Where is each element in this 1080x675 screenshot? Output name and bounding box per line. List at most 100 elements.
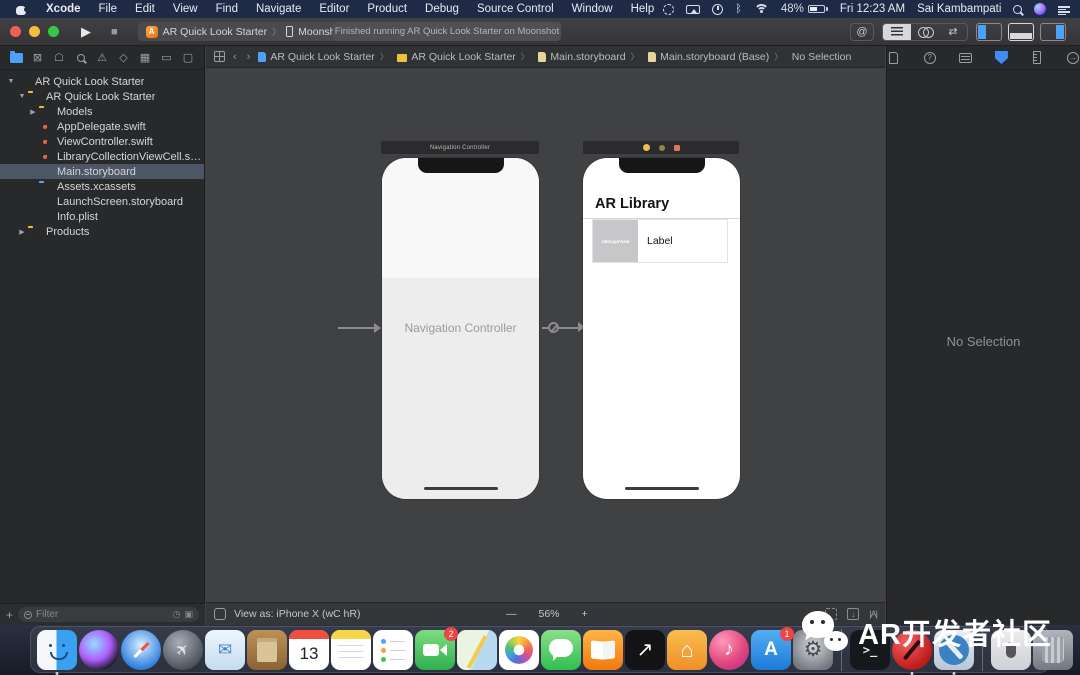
- menu-product[interactable]: Product: [358, 3, 416, 15]
- test-navigator-icon[interactable]: ◇: [116, 50, 132, 66]
- identity-inspector-icon[interactable]: [959, 51, 973, 65]
- breadcrumb-storyboard[interactable]: Main.storyboard: [521, 51, 626, 63]
- navigation-controller-scene[interactable]: Navigation Controller: [382, 158, 539, 499]
- menu-navigate[interactable]: Navigate: [247, 3, 310, 15]
- dock-appstore[interactable]: 1: [751, 630, 791, 670]
- scene1-dock[interactable]: Navigation Controller: [381, 141, 539, 154]
- quick-help-inspector-icon[interactable]: ?: [923, 51, 937, 65]
- exit-icon[interactable]: [674, 145, 680, 151]
- tree-row-project[interactable]: ▼ AR Quick Look Starter: [0, 74, 204, 89]
- time-machine-icon[interactable]: [712, 4, 723, 15]
- view-as-label[interactable]: View as: iPhone X (wC hR): [234, 608, 360, 620]
- collection-view-cell[interactable]: UIImageView Label: [592, 219, 728, 263]
- breakpoint-navigator-icon[interactable]: ▭: [159, 50, 175, 66]
- scm-status-icon[interactable]: ▣: [184, 609, 193, 620]
- zoom-in-button[interactable]: +: [582, 608, 588, 620]
- apple-menu-icon[interactable]: [16, 4, 27, 15]
- tree-row-infoplist[interactable]: Info.plist: [0, 209, 204, 224]
- add-button[interactable]: +: [6, 608, 13, 622]
- battery-indicator[interactable]: 48%: [781, 3, 828, 15]
- go-back-button[interactable]: ‹: [231, 51, 239, 63]
- menu-source-control[interactable]: Source Control: [468, 3, 563, 15]
- minimize-window-button[interactable]: [29, 26, 40, 37]
- dock-ibooks[interactable]: [583, 630, 623, 670]
- view-controller-icon[interactable]: [643, 144, 650, 151]
- tree-row-models[interactable]: ▶ Models: [0, 104, 204, 119]
- cell-label[interactable]: Label: [638, 220, 727, 262]
- dock-facetime[interactable]: 2: [415, 630, 455, 670]
- dock-siri[interactable]: [79, 630, 119, 670]
- storyboard-entry-point-arrow[interactable]: [338, 327, 380, 329]
- menu-debug[interactable]: Debug: [416, 3, 468, 15]
- wifi-icon[interactable]: [754, 4, 769, 15]
- menu-xcode[interactable]: Xcode: [37, 3, 90, 15]
- project-navigator-icon[interactable]: [8, 50, 24, 66]
- go-forward-button[interactable]: ›: [245, 51, 253, 63]
- menu-file[interactable]: File: [90, 3, 127, 15]
- screen-mirroring-icon[interactable]: [663, 4, 674, 15]
- menubar-user[interactable]: Sai Kambampati: [917, 3, 1001, 15]
- recent-files-icon[interactable]: ◷: [173, 609, 181, 620]
- menu-window[interactable]: Window: [563, 3, 622, 15]
- tree-row-group[interactable]: ▼ AR Quick Look Starter: [0, 89, 204, 104]
- dock-maps[interactable]: [457, 630, 497, 670]
- disclosure-triangle[interactable]: ▶: [28, 108, 38, 116]
- tree-row-products[interactable]: ▶ Products: [0, 224, 204, 239]
- breadcrumb-group[interactable]: AR Quick Look Starter: [380, 51, 516, 63]
- toggle-debug-area-button[interactable]: [1008, 23, 1034, 41]
- assistant-editor-button[interactable]: [911, 24, 939, 40]
- menu-help[interactable]: Help: [622, 3, 664, 15]
- related-items-icon[interactable]: [214, 51, 225, 62]
- tree-row-librarycell[interactable]: LibraryCollectionViewCell.swift: [0, 149, 204, 164]
- dock-stocks[interactable]: [625, 630, 665, 670]
- zoom-window-button[interactable]: [48, 26, 59, 37]
- version-editor-button[interactable]: ⇄: [939, 24, 967, 40]
- dock-launchpad[interactable]: [163, 630, 203, 670]
- toggle-navigator-button[interactable]: [976, 23, 1002, 41]
- library-button[interactable]: @: [850, 23, 874, 41]
- close-window-button[interactable]: [10, 26, 21, 37]
- scene2-dock[interactable]: [583, 141, 739, 154]
- dock-calendar[interactable]: 13: [289, 630, 329, 670]
- disclosure-triangle[interactable]: ▶: [17, 228, 27, 236]
- zoom-level[interactable]: 56%: [539, 608, 560, 620]
- dock-mail[interactable]: [205, 630, 245, 670]
- symbol-navigator-icon[interactable]: ☖: [51, 50, 67, 66]
- dock-messages[interactable]: [541, 630, 581, 670]
- storyboard-canvas[interactable]: Navigation Controller Navigation Control…: [206, 68, 885, 602]
- airplay-display-icon[interactable]: [686, 5, 700, 14]
- size-inspector-icon[interactable]: [1030, 51, 1044, 65]
- tree-row-assets[interactable]: Assets.xcassets: [0, 179, 204, 194]
- debug-navigator-icon[interactable]: ▦: [137, 50, 153, 66]
- disclosure-triangle[interactable]: ▼: [17, 93, 27, 100]
- dock-contacts[interactable]: [247, 630, 287, 670]
- tree-row-main-storyboard[interactable]: Main.storyboard: [0, 164, 204, 179]
- report-navigator-icon[interactable]: ▢: [180, 50, 196, 66]
- dock-safari[interactable]: [121, 630, 161, 670]
- toggle-inspector-button[interactable]: [1040, 23, 1066, 41]
- cell-image-view[interactable]: UIImageView: [593, 220, 638, 262]
- dock-reminders[interactable]: [373, 630, 413, 670]
- disclosure-triangle[interactable]: ▼: [6, 78, 16, 85]
- source-control-navigator-icon[interactable]: ⊠: [30, 50, 46, 66]
- breadcrumb-project[interactable]: AR Quick Look Starter: [258, 51, 374, 63]
- dock-notes[interactable]: [331, 630, 371, 670]
- tree-row-appdelegate[interactable]: AppDelegate.swift: [0, 119, 204, 134]
- dock-itunes[interactable]: [709, 630, 749, 670]
- breadcrumb-selection[interactable]: No Selection: [774, 51, 851, 63]
- dock-photos[interactable]: [499, 630, 539, 670]
- issue-navigator-icon[interactable]: ⚠: [94, 50, 110, 66]
- tree-row-launchscreen[interactable]: LaunchScreen.storyboard: [0, 194, 204, 209]
- menubar-clock[interactable]: Fri 12:23 AM: [840, 3, 905, 15]
- spotlight-icon[interactable]: [1013, 5, 1022, 14]
- menu-edit[interactable]: Edit: [126, 3, 164, 15]
- tree-row-viewcontroller[interactable]: ViewController.swift: [0, 134, 204, 149]
- stop-button[interactable]: ■: [101, 26, 128, 38]
- run-button[interactable]: ▶: [71, 24, 101, 40]
- ar-library-scene[interactable]: AR Library UIImageView Label: [583, 158, 740, 499]
- menu-view[interactable]: View: [164, 3, 207, 15]
- filter-input[interactable]: Filter ◷ ▣: [18, 607, 199, 622]
- dock-finder[interactable]: [37, 630, 77, 670]
- zoom-out-button[interactable]: —: [506, 608, 517, 620]
- dock-home[interactable]: [667, 630, 707, 670]
